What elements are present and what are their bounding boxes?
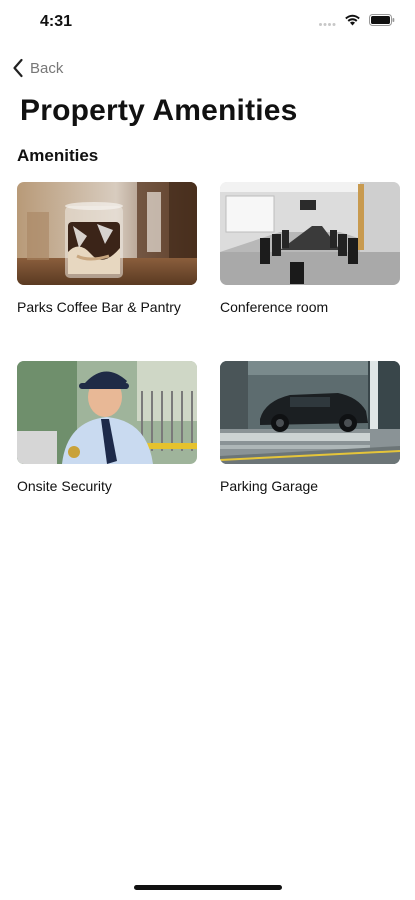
status-icons	[318, 14, 395, 26]
page-title: Property Amenities	[20, 94, 298, 127]
back-button[interactable]: Back	[12, 56, 63, 80]
back-label: Back	[30, 59, 64, 77]
status-time: 4:31	[40, 13, 73, 30]
signal-icon	[319, 23, 336, 26]
amenity-card-conference[interactable]: Conference room	[220, 182, 400, 317]
parking-garage-photo	[220, 361, 400, 464]
conference-room-photo	[220, 182, 400, 285]
amenity-label: Parks Coffee Bar & Pantry	[17, 299, 181, 315]
section-title: Amenities	[17, 146, 99, 165]
amenity-card-security[interactable]: Onsite Security	[17, 361, 197, 496]
amenity-label: Onsite Security	[17, 478, 112, 494]
iced-coffee-photo	[17, 182, 197, 285]
chevron-left-icon	[13, 58, 23, 78]
amenity-label: Conference room	[220, 299, 329, 315]
battery-icon	[369, 14, 395, 26]
wifi-icon	[345, 14, 360, 26]
home-indicator	[134, 885, 282, 890]
amenity-label: Parking Garage	[220, 478, 319, 494]
amenity-card-parking[interactable]: Parking Garage	[220, 361, 400, 496]
amenity-card-coffee[interactable]: Parks Coffee Bar & Pantry	[17, 182, 197, 317]
security-guard-photo	[17, 361, 197, 464]
status-bar: 4:31	[0, 0, 415, 44]
